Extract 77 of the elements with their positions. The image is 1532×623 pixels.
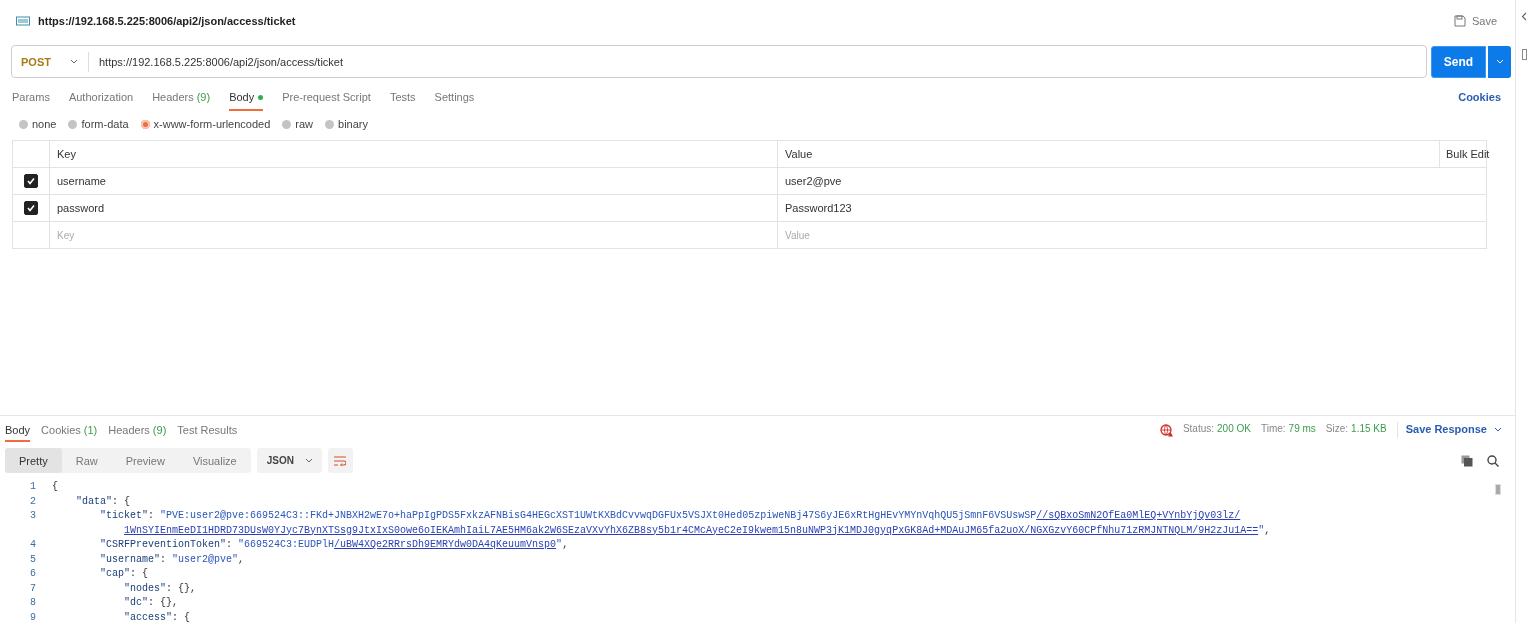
tab[interactable]: Body (5, 423, 31, 442)
tab[interactable]: Tests (389, 90, 416, 111)
view-tab[interactable]: Preview (111, 448, 179, 473)
chevron-down-icon (69, 57, 79, 66)
code-line: 1WnSYIEnmEeDI1HDRD73DUsW0YJyc7BynXTSsg9JtxIxS0owe6oIEKAmhIaiL7AE5HM6ak2W6SEzaVXvYhX6ZB8sy5b1r4CMcAyeC2eI9kwem15n8uNWP3jK1MDJ0gyqPxGK8Ad+MDAuJM65fa2uoX/NGXGzvY60CPfNhu71zRMJNTNQLM/9H2zJu1A==", (123, 523, 1271, 538)
checkmark-icon (26, 203, 36, 213)
radio-option[interactable]: raw (282, 118, 314, 130)
code-line: "access": { (123, 610, 191, 623)
code-line: { (52, 480, 58, 494)
tab[interactable]: Params (12, 90, 50, 111)
tab[interactable]: Headers (9) (152, 90, 211, 111)
request-title: https://192.168.5.225:8006/api2/json/access/ticket (38, 15, 296, 27)
table-cell: username (50, 168, 778, 194)
search-button[interactable] (1485, 452, 1501, 469)
code-line: "nodes": {}, (123, 581, 197, 596)
code-line: "cap": { (99, 567, 149, 581)
line-number: 7 (29, 581, 37, 596)
radio-option[interactable]: binary (325, 118, 369, 130)
line-number: 2 (29, 494, 37, 509)
metric-label: Time: (1260, 423, 1286, 434)
table-cell-text: user2@pve (784, 174, 843, 189)
table-cell-text: Password123 (784, 201, 853, 216)
checkbox[interactable] (24, 201, 38, 215)
chevron-down-icon (303, 456, 314, 465)
code-line: "ticket": "PVE:user2@pve:669524C3::FKd+JNBXH2wE7o+haPpIgPDS5FxkzAFNBisG4HEGcXST1UWtKXBdCvvwqDGFUx5VSJXt0Hed05zpiweNBj47S6yJE6xRtHgHEvYMYnVqhQU5jSmnF6VSUswSP//sQBxoSmN2OfEa0MlEQ+VYnbYjQv03lz/ (99, 509, 1241, 523)
code-line: "dc": {}, (123, 596, 179, 610)
line-number: 9 (29, 610, 37, 623)
view-tab[interactable]: Visualize (178, 448, 251, 473)
panel-icon[interactable] (1521, 49, 1527, 60)
view-tab[interactable]: Pretty (5, 448, 62, 473)
metric-label: Status: (1182, 423, 1215, 434)
tab[interactable]: Pre-request Script (282, 90, 371, 111)
tab[interactable]: Authorization (68, 90, 134, 111)
line-number: 1 (29, 480, 37, 494)
column-header: Value (778, 141, 1440, 167)
metric-value: 1.15 KB (1351, 423, 1387, 434)
url-field[interactable]: POST https://192.168.5.225:8006/api2/json/access/ticket (11, 45, 1427, 78)
chevron-down-icon (1494, 57, 1505, 66)
checkbox[interactable] (24, 174, 38, 188)
copy-icon (1461, 454, 1473, 467)
tab[interactable]: Cookies (1) (41, 423, 98, 442)
globe-warning-icon (1159, 424, 1173, 437)
wrap-icon (334, 455, 347, 466)
send-options-button[interactable] (1488, 45, 1511, 78)
line-number: 4 (29, 538, 37, 552)
send-button[interactable]: Send (1431, 45, 1486, 78)
tab[interactable]: Body (229, 90, 264, 111)
scrollbar[interactable] (1495, 484, 1501, 495)
view-tab[interactable]: Raw (61, 448, 112, 473)
table-cell: password (50, 195, 778, 221)
line-number: 5 (29, 552, 37, 567)
line-number: 6 (29, 567, 37, 581)
tab[interactable]: Test Results (177, 423, 238, 442)
format-dropdown[interactable]: JSON (256, 448, 322, 473)
column-header: Key (50, 141, 778, 167)
code-line: "data": { (75, 494, 131, 509)
metric-label: Size: (1325, 423, 1349, 434)
tab[interactable]: Settings (434, 90, 475, 111)
save-response-button[interactable]: Save Response (1405, 423, 1503, 435)
line-number: 8 (29, 596, 37, 610)
radio-option[interactable]: x-www-form-urlencoded (140, 118, 271, 130)
search-icon (1487, 454, 1499, 467)
save-icon (1453, 15, 1466, 27)
radio-option[interactable]: none (19, 118, 57, 130)
metric-value: 200 OK (1217, 423, 1251, 434)
chevron-left-icon[interactable] (1521, 12, 1527, 21)
method-dropdown[interactable]: POST (12, 51, 89, 72)
http-icon (16, 15, 30, 27)
save-button[interactable]: Save (1451, 13, 1499, 29)
cookies-link[interactable]: Cookies (1458, 90, 1501, 103)
tab[interactable]: Headers (9) (108, 423, 167, 442)
metric-value: 79 ms (1288, 423, 1316, 434)
code-line: "CSRFPreventionToken": "669524C3:EUDPlH/uBW4XQe2RRrsDh9EMRYdw0DA4qKeuumVnsp0", (99, 538, 569, 552)
code-line: "username": "user2@pve", (99, 552, 245, 567)
checkmark-icon (26, 176, 36, 186)
radio-option[interactable]: form-data (68, 118, 129, 130)
line-number: 3 (29, 509, 37, 523)
